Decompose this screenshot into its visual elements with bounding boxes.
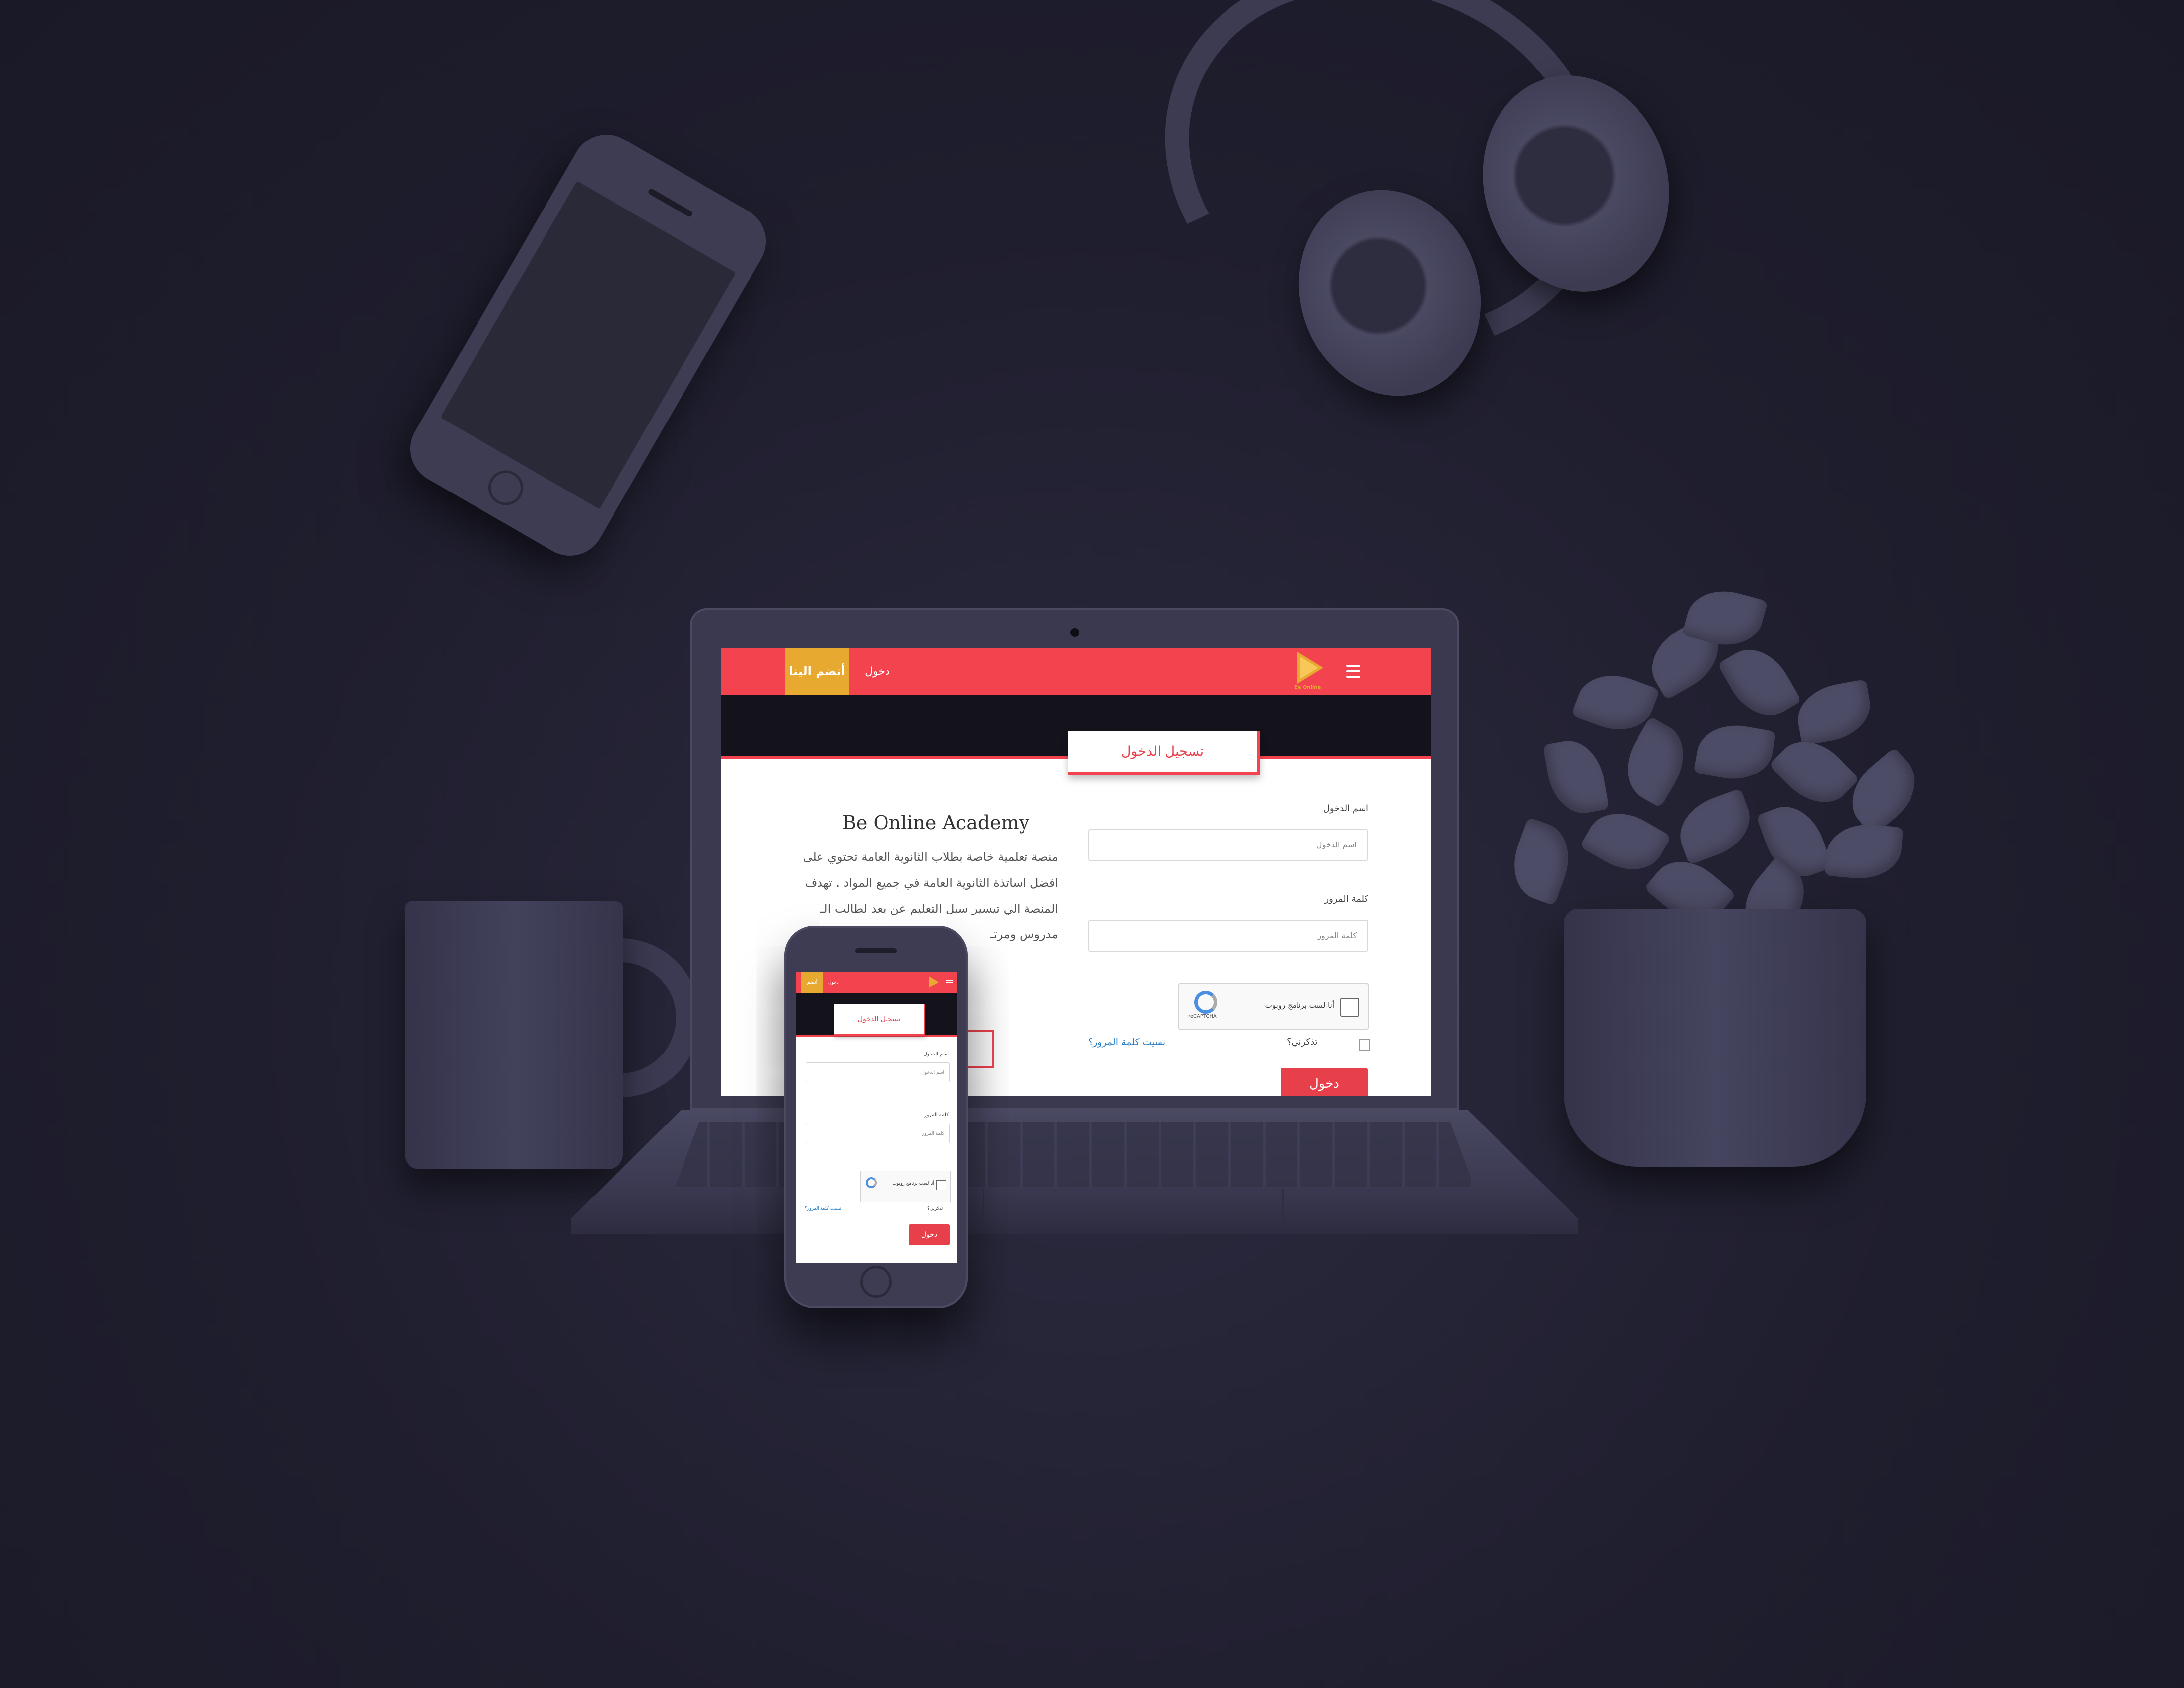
login-tab-title: تسجيل الدخول	[1068, 731, 1260, 775]
plant-leaves-prop	[1489, 582, 1946, 947]
phone-recaptcha-text: أنا لست برنامج روبوت	[892, 1181, 934, 1186]
menu-icon[interactable]	[1346, 665, 1360, 678]
phone-login-tab-title: تسجيل الدخول	[834, 1004, 925, 1036]
password-label: كلمة المرور	[1324, 894, 1368, 904]
phone-forgot-password-link[interactable]: نسيت كلمة المرور؟	[805, 1206, 841, 1211]
phone-menu-icon[interactable]	[946, 980, 953, 985]
phone-password-label: كلمة المرور	[924, 1112, 949, 1118]
phone-username-label: اسم الدخول	[923, 1052, 949, 1057]
checkbox-icon[interactable]	[1340, 998, 1359, 1017]
remember-label: تذكرني؟	[1287, 1037, 1318, 1047]
phone-join-button[interactable]: أنضم	[801, 972, 823, 993]
phone-recaptcha-icon	[866, 1177, 877, 1188]
phone-remember-label[interactable]: تذكرني؟	[927, 1206, 943, 1211]
about-title: Be Online Academy	[842, 812, 1030, 834]
logo-play-inner-icon	[1300, 657, 1318, 679]
recaptcha-icon	[1194, 991, 1217, 1014]
phone-home-button	[860, 1266, 892, 1298]
phone-password-input[interactable]: كلمة المرور	[806, 1124, 950, 1143]
top-navbar: أنضم الينا دخول Be Online	[721, 648, 1431, 695]
phone-speaker	[855, 948, 897, 953]
recaptcha-widget[interactable]: أنا لست برنامج روبوت reCAPTCHA	[1178, 983, 1369, 1030]
laptop-camera	[1070, 628, 1079, 637]
join-button[interactable]: أنضم الينا	[785, 648, 849, 695]
phone-recaptcha-widget[interactable]: أنا لست برنامج روبوت	[860, 1171, 951, 1202]
forgot-password-link[interactable]: نسيت كلمة المرور؟	[1088, 1037, 1165, 1048]
phone-username-input[interactable]: اسم الدخول	[806, 1062, 950, 1082]
username-label: اسم الدخول	[1323, 803, 1368, 814]
mug-prop	[405, 901, 623, 1169]
password-input[interactable]: كلمة المرور	[1088, 920, 1368, 952]
username-input[interactable]: اسم الدخول	[1088, 829, 1368, 861]
laptop-trackpad	[983, 1189, 1284, 1225]
phone-logo-play-icon[interactable]	[929, 976, 939, 988]
logo-text: Be Online	[1294, 685, 1321, 690]
remember-checkbox[interactable]	[1359, 1039, 1370, 1051]
recaptcha-text: أنا لست برنامج روبوت	[1265, 1001, 1334, 1010]
floating-phone-prop	[398, 122, 779, 568]
phone-navbar: أنضم دخول	[796, 972, 957, 993]
phone-login-submit-button[interactable]: دخول	[909, 1224, 950, 1245]
phone-checkbox-icon[interactable]	[936, 1180, 946, 1190]
plant-pot-prop	[1564, 909, 1866, 1167]
phone-login-nav-link[interactable]: دخول	[828, 972, 839, 993]
recaptcha-brand: reCAPTCHA	[1188, 1014, 1217, 1019]
login-nav-link[interactable]: دخول	[865, 648, 890, 695]
login-submit-button[interactable]: دخول	[1281, 1068, 1368, 1096]
phone-screen-page: أنضم دخول تسجيل الدخول اسم الدخول اسم ال…	[796, 972, 957, 1263]
